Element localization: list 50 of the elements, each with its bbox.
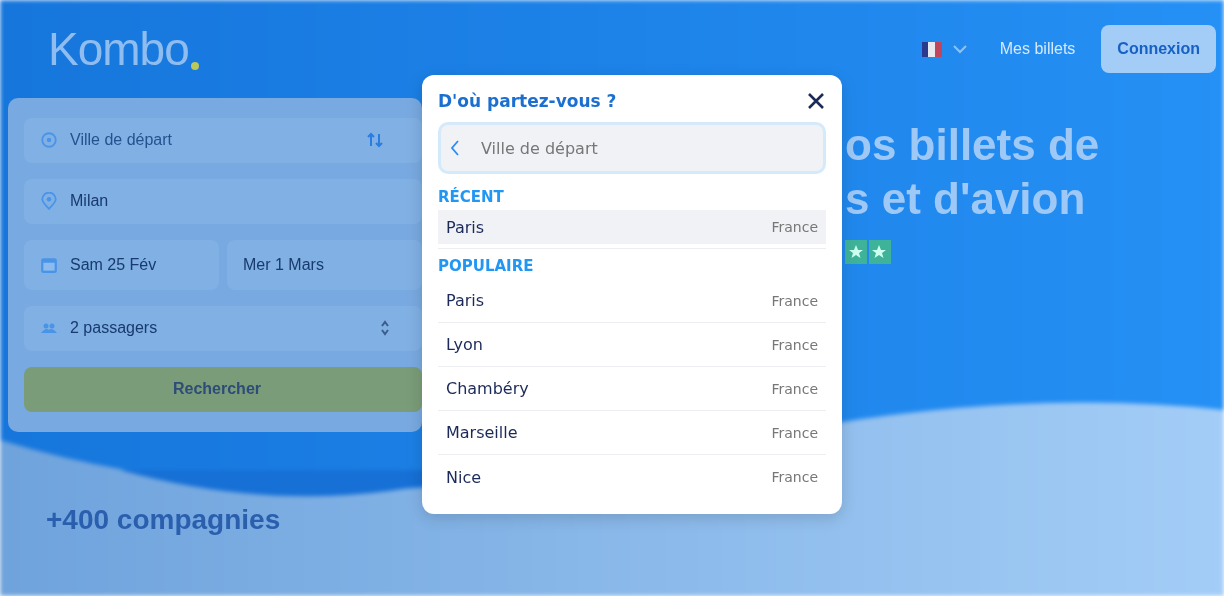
swap-icon[interactable] — [366, 132, 384, 149]
city-option[interactable]: Chambéry France — [438, 367, 826, 411]
language-selector[interactable] — [921, 41, 968, 57]
city-option[interactable]: Lyon France — [438, 323, 826, 367]
section-heading: POPULAIRE — [438, 257, 535, 277]
city-name: Lyon — [446, 335, 483, 354]
map-pin-icon — [40, 192, 58, 211]
country-name: France — [771, 424, 818, 441]
section-heading: RÉCENT — [438, 188, 505, 208]
city-name: Paris — [446, 291, 485, 310]
country-name: France — [771, 292, 818, 309]
rating-stars-drawing — [845, 240, 891, 264]
flag-icon — [921, 41, 942, 57]
stepper-icon[interactable] — [380, 320, 390, 337]
back-icon[interactable] — [450, 139, 460, 157]
location-icon — [40, 131, 58, 150]
form-field[interactable]: Ville de départ — [24, 118, 422, 163]
country-name: France — [771, 380, 818, 397]
field-value: Milan — [70, 192, 109, 211]
login-button[interactable]: Connexion — [1101, 25, 1216, 73]
calendar-icon — [40, 255, 58, 274]
field-value: 2 passagers — [70, 319, 158, 338]
city-option[interactable]: Paris France — [438, 210, 826, 244]
search-field[interactable]: Ville de départ — [438, 122, 826, 174]
country-name: France — [771, 469, 818, 485]
form-field[interactable]: 2 passagers — [24, 305, 422, 351]
hero-title: os billets de — [845, 119, 1100, 171]
form-field[interactable]: Mer 1 Mars — [227, 239, 422, 290]
companies-heading: +400 compagnies — [46, 504, 281, 536]
dialog-title: D'où partez-vous ? — [438, 91, 617, 111]
hero-title: s et d'avion — [845, 173, 1087, 225]
city-name: Nice — [446, 467, 482, 487]
placeholder-text: Ville de départ — [70, 131, 172, 150]
country-name: France — [771, 219, 818, 235]
form-field[interactable]: Sam 25 Fév — [24, 239, 219, 290]
logo-dot-icon — [190, 62, 199, 70]
country-name: France — [771, 336, 818, 353]
form-field[interactable]: Milan — [24, 178, 422, 224]
city-option[interactable]: Nice France — [438, 455, 826, 499]
field-value: Mer 1 Mars — [243, 255, 324, 274]
field-value: Sam 25 Fév — [70, 255, 157, 274]
city-name: Chambéry — [446, 379, 529, 398]
city-option[interactable]: Marseille France — [438, 411, 826, 455]
city-name: Marseille — [446, 423, 518, 442]
chevron-down-icon — [951, 44, 968, 54]
city-name: Paris — [446, 217, 485, 237]
my-tickets-link[interactable]: Mes billets — [999, 40, 1076, 58]
city-option[interactable]: Paris France — [438, 279, 826, 323]
close-icon[interactable] — [806, 91, 826, 111]
search-button[interactable]: Rechercher — [24, 366, 422, 412]
